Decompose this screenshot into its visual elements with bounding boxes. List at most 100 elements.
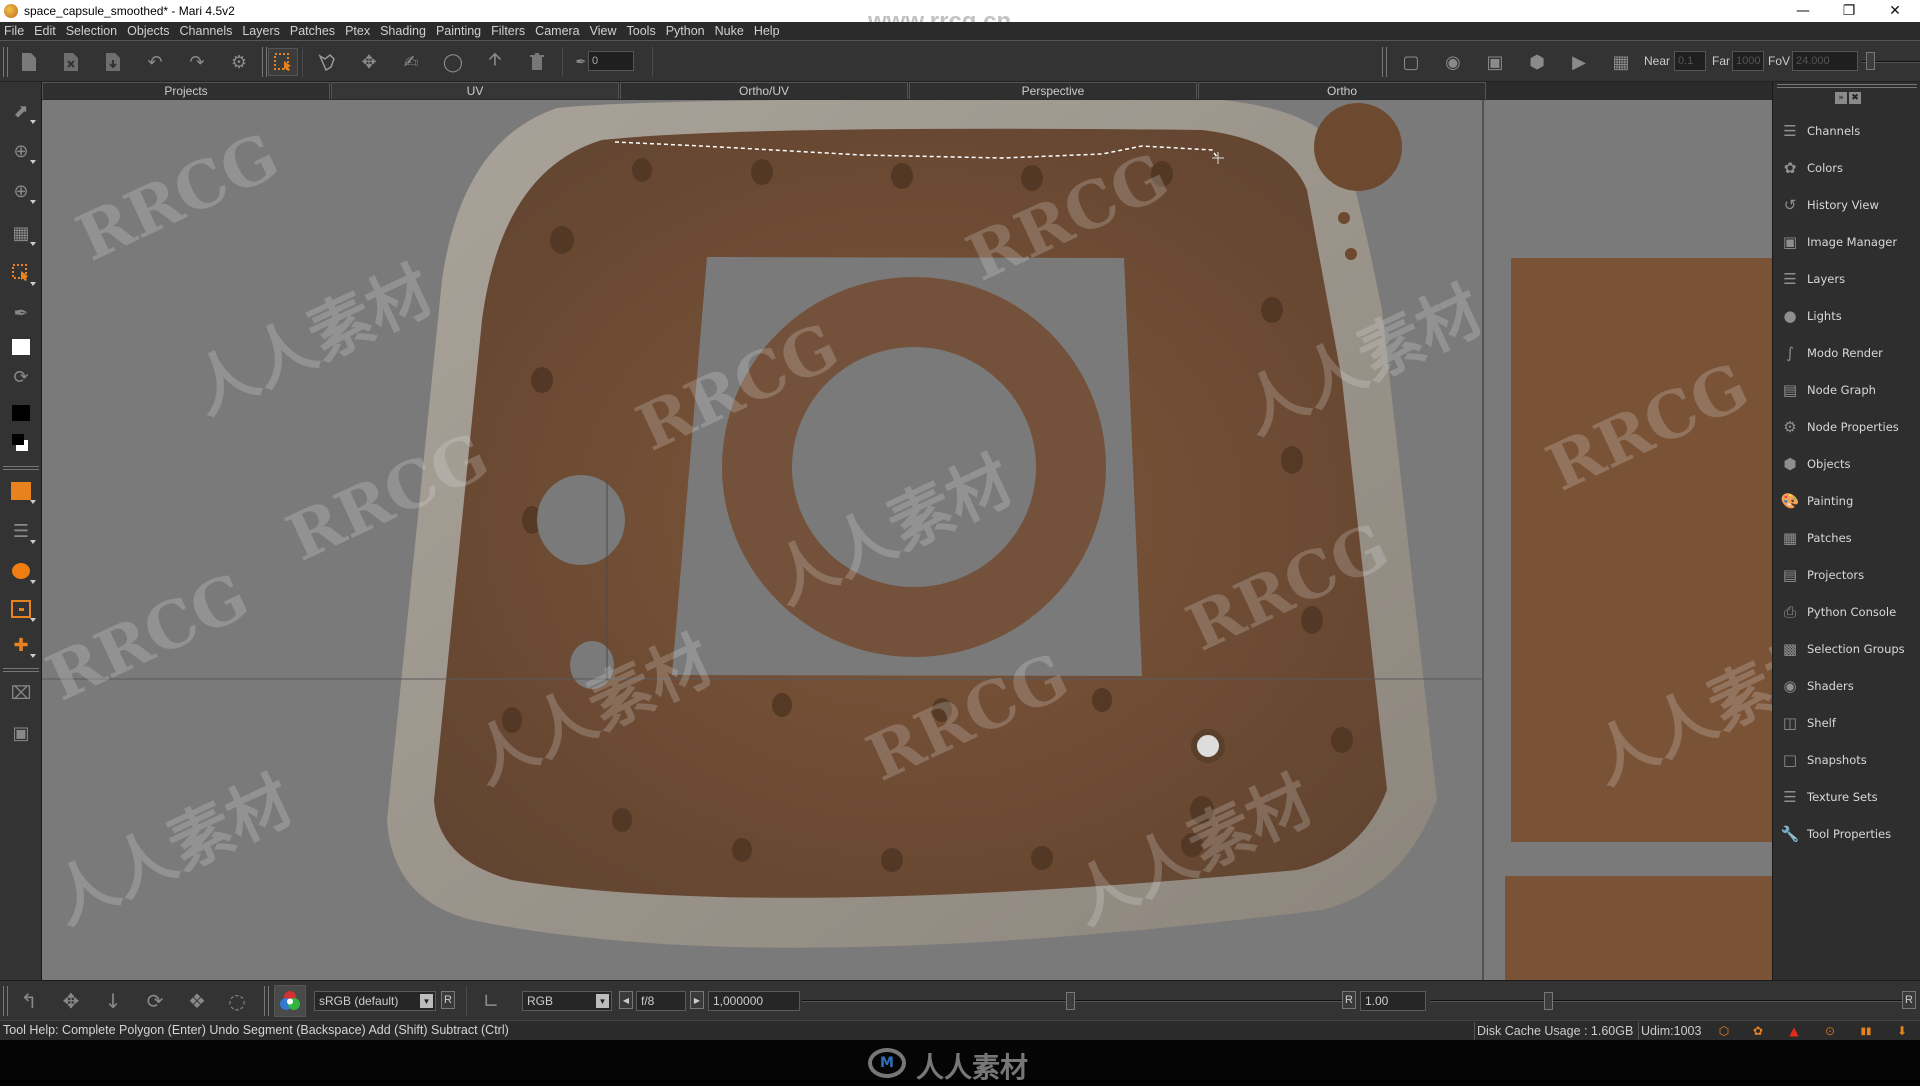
colorspace-select[interactable]: sRGB (default) ▼ bbox=[314, 991, 436, 1011]
select-icon[interactable]: ⬈ bbox=[6, 96, 36, 126]
move-icon[interactable]: ✥ bbox=[56, 987, 86, 1015]
maximize-button[interactable]: ❐ bbox=[1826, 0, 1872, 22]
toolbar-grip[interactable] bbox=[3, 668, 39, 672]
menu-camera[interactable]: Camera bbox=[535, 24, 579, 38]
arrow-up-icon[interactable]: 🡩 bbox=[480, 48, 510, 76]
color-manager-icon[interactable] bbox=[274, 985, 306, 1017]
palette-layers[interactable]: ☰ Layers bbox=[1773, 264, 1920, 294]
dotted-circle-icon[interactable]: ◌ bbox=[222, 987, 252, 1015]
near-field[interactable]: 0.1 bbox=[1674, 51, 1706, 71]
exposure-reset-button[interactable]: R bbox=[1342, 991, 1356, 1009]
tab-ortho[interactable]: Ortho bbox=[1198, 82, 1486, 99]
orbit-icon[interactable]: ❖ bbox=[182, 987, 212, 1015]
minimize-button[interactable]: — bbox=[1780, 0, 1826, 22]
menu-selection[interactable]: Selection bbox=[66, 24, 117, 38]
mask-icon[interactable]: ◯ bbox=[438, 48, 468, 76]
brush-value-field[interactable]: 0 bbox=[588, 51, 634, 71]
palette-projectors[interactable]: ▤ Projectors bbox=[1773, 560, 1920, 590]
projector-icon[interactable]: ▶ bbox=[1564, 48, 1594, 76]
menu-edit[interactable]: Edit bbox=[34, 24, 56, 38]
palette-python-console[interactable]: ⎙ Python Console bbox=[1773, 597, 1920, 627]
palette-image-manager[interactable]: ▣ Image Manager bbox=[1773, 227, 1920, 257]
down-arrow-icon[interactable]: ↓ bbox=[98, 987, 128, 1015]
tab-projects[interactable]: Projects bbox=[42, 82, 330, 99]
palette-modo-render[interactable]: ∫ Modo Render bbox=[1773, 338, 1920, 368]
gain-slider[interactable] bbox=[1430, 1000, 1902, 1002]
stencil-icon[interactable]: ▦ bbox=[1606, 48, 1636, 76]
menu-help[interactable]: Help bbox=[754, 24, 780, 38]
expand-panel-icon[interactable]: » bbox=[1835, 92, 1847, 104]
menu-layers[interactable]: Layers bbox=[242, 24, 280, 38]
paint-buffer-icon[interactable]: ✿ bbox=[1748, 1023, 1768, 1039]
log-icon[interactable]: ▮▮ bbox=[1856, 1023, 1876, 1039]
palette-texture-sets[interactable]: ☰ Texture Sets bbox=[1773, 782, 1920, 812]
exposure-field[interactable]: 1,000000 bbox=[708, 991, 800, 1011]
close-project-icon[interactable] bbox=[56, 48, 86, 76]
paint-icon[interactable]: ⊕ bbox=[6, 136, 36, 166]
palette-snapshots[interactable]: □ Snapshots bbox=[1773, 745, 1920, 775]
palette-selection-groups[interactable]: ▩ Selection Groups bbox=[1773, 634, 1920, 664]
palette-history-view[interactable]: ↺ History View bbox=[1773, 190, 1920, 220]
background-color-swatch[interactable] bbox=[6, 398, 36, 428]
menu-channels[interactable]: Channels bbox=[180, 24, 233, 38]
redo-icon[interactable]: ↷ bbox=[182, 48, 212, 76]
fstop-increase-button[interactable]: ▶ bbox=[690, 991, 704, 1009]
download-status-icon[interactable]: ⬇ bbox=[1892, 1023, 1912, 1039]
frame-selection-icon[interactable]: ▣ bbox=[1480, 48, 1510, 76]
projection-status-icon[interactable]: ⊙ bbox=[1820, 1023, 1840, 1039]
add-projector-icon[interactable]: ✚ bbox=[6, 630, 36, 660]
channel-mode-select[interactable]: RGB ▼ bbox=[522, 991, 612, 1011]
frame-icon[interactable]: ▣ bbox=[6, 718, 36, 748]
palette-node-graph[interactable]: ▤ Node Graph bbox=[1773, 375, 1920, 405]
layer-select-icon[interactable] bbox=[6, 476, 36, 506]
undo-icon[interactable]: ↶ bbox=[140, 48, 170, 76]
fstop-decrease-button[interactable]: ◀ bbox=[619, 991, 633, 1009]
fov-field[interactable]: 24.000 bbox=[1792, 51, 1858, 71]
warning-icon[interactable]: ▲ bbox=[1784, 1023, 1804, 1039]
toolbar-grip[interactable] bbox=[3, 466, 39, 470]
gain-field[interactable]: 1.00 bbox=[1360, 991, 1426, 1011]
menu-python[interactable]: Python bbox=[666, 24, 705, 38]
toolbar-grip[interactable] bbox=[3, 47, 8, 77]
trash-icon[interactable] bbox=[522, 48, 552, 76]
menu-file[interactable]: File bbox=[4, 24, 24, 38]
transform-icon[interactable]: ✥ bbox=[354, 48, 384, 76]
close-button[interactable]: ✕ bbox=[1872, 0, 1918, 22]
eyedropper-icon[interactable]: ✒ bbox=[6, 298, 36, 328]
rotate-icon[interactable]: ⟳ bbox=[140, 987, 170, 1015]
sphere-icon[interactable] bbox=[6, 556, 36, 586]
swap-colors-icon[interactable]: ⟳ bbox=[6, 362, 36, 392]
back-arrow-icon[interactable]: ↰ bbox=[14, 987, 44, 1015]
toolbar-grip[interactable] bbox=[1382, 47, 1387, 77]
menu-painting[interactable]: Painting bbox=[436, 24, 481, 38]
gain-reset-button[interactable]: R bbox=[1902, 991, 1916, 1009]
palette-shelf[interactable]: ◫ Shelf bbox=[1773, 708, 1920, 738]
tab-uv[interactable]: UV bbox=[331, 82, 619, 99]
project-settings-icon[interactable]: ⚙ bbox=[224, 48, 254, 76]
uv-layout-canvas[interactable] bbox=[42, 100, 1772, 980]
cache-status-icon[interactable]: ⬡ bbox=[1714, 1023, 1734, 1039]
menu-filters[interactable]: Filters bbox=[491, 24, 525, 38]
fov-slider-handle[interactable] bbox=[1866, 52, 1875, 70]
pin-panel-icon[interactable]: ✖ bbox=[1849, 92, 1861, 104]
save-project-icon[interactable] bbox=[98, 48, 128, 76]
shade-icon[interactable]: ⬢ bbox=[1522, 48, 1552, 76]
lasso-select-icon[interactable] bbox=[312, 48, 342, 76]
gamma-icon[interactable]: ∟ bbox=[476, 987, 506, 1015]
patch-select-icon[interactable] bbox=[6, 594, 36, 624]
palette-patches[interactable]: ▦ Patches bbox=[1773, 523, 1920, 553]
colorspace-reset-button[interactable]: R bbox=[441, 991, 455, 1009]
far-field[interactable]: 1000 bbox=[1732, 51, 1764, 71]
palette-node-properties[interactable]: ⚙ Node Properties bbox=[1773, 412, 1920, 442]
panel-grip[interactable] bbox=[1777, 84, 1917, 88]
palette-colors[interactable]: ✿ Colors bbox=[1773, 153, 1920, 183]
menu-objects[interactable]: Objects bbox=[127, 24, 169, 38]
menu-view[interactable]: View bbox=[590, 24, 617, 38]
clear-icon[interactable]: ⌧ bbox=[6, 678, 36, 708]
toolbar-grip[interactable] bbox=[262, 47, 267, 77]
menu-patches[interactable]: Patches bbox=[290, 24, 335, 38]
color-reset-icon[interactable] bbox=[6, 428, 36, 458]
palette-lights[interactable]: ● Lights bbox=[1773, 301, 1920, 331]
palette-channels[interactable]: ☰ Channels bbox=[1773, 116, 1920, 146]
visibility-layers-icon[interactable]: ☰ bbox=[6, 516, 36, 546]
